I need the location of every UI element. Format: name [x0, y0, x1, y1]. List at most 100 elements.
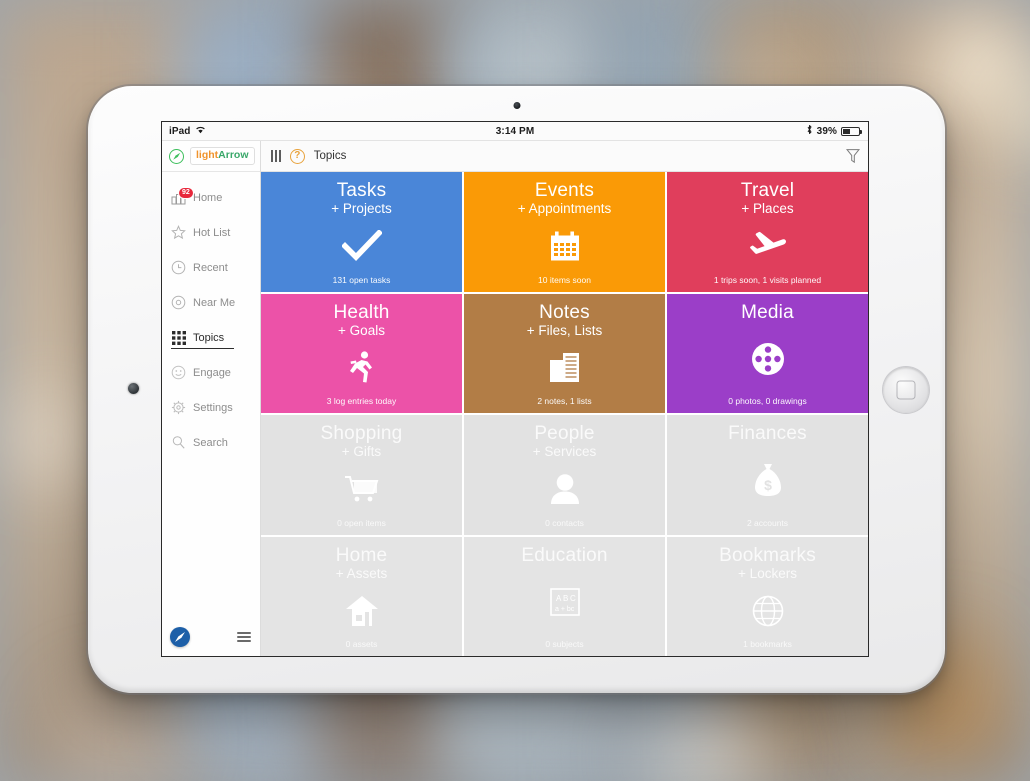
sidebar-item-recent[interactable]: Recent [162, 250, 260, 285]
tile-events[interactable]: Events + Appointments 10 items soon [464, 172, 665, 292]
toolbar: ? Topics [261, 141, 868, 172]
home-button[interactable] [883, 367, 929, 413]
buildings-icon: 92 [171, 187, 194, 205]
tile-footer: 0 assets [345, 639, 378, 649]
tile-subtitle: + Files, Lists [526, 322, 603, 338]
tile-title: Notes [539, 301, 590, 323]
tile-title: Education [521, 544, 608, 566]
house-icon [261, 583, 462, 639]
brand-name: lightArrow [190, 147, 255, 165]
tile-title: Bookmarks [719, 544, 816, 566]
sidebar-item-hot-list[interactable]: Hot List [162, 215, 260, 250]
brand-name-light: light [196, 149, 219, 162]
help-question-icon[interactable]: ? [289, 148, 305, 164]
tile-education[interactable]: Education ABCa + bc 0 subjects [464, 536, 665, 656]
tile-title: Home [335, 544, 388, 566]
tile-health[interactable]: Health + Goals 3 log entries today [261, 293, 462, 413]
tile-finances[interactable]: Finances $ 2 accounts [667, 415, 868, 535]
sidebar-item-topics[interactable]: Topics [162, 320, 260, 355]
tile-notes[interactable]: Notes + Files, Lists 2 notes, 1 lists [464, 293, 665, 413]
brand-logo[interactable]: lightArrow [162, 141, 260, 172]
svg-text:$: $ [764, 477, 772, 493]
tile-title: Shopping [320, 423, 403, 444]
tile-subtitle: + Appointments [517, 201, 612, 217]
tile-subtitle: + Lockers [738, 565, 797, 581]
hamburger-menu-icon[interactable] [237, 631, 251, 643]
status-clock: 3:14 PM [495, 125, 535, 137]
battery-icon [841, 126, 862, 136]
bluetooth-icon [806, 124, 813, 138]
runner-icon [261, 340, 462, 396]
sidebar-item-label: Hot List [193, 226, 231, 239]
status-left: iPad [162, 125, 206, 137]
svg-text:a + bc: a + bc [555, 606, 575, 613]
tile-title: Tasks [336, 180, 387, 201]
tile-subtitle: + Assets [335, 565, 388, 581]
person-icon [464, 461, 665, 517]
sidebar-item-label: Topics [193, 331, 225, 344]
status-right: 39% [806, 124, 868, 138]
sidebar: lightArrow 92 Home Hot List Recent Near … [162, 141, 261, 656]
tile-home[interactable]: Home + Assets 0 assets [261, 536, 462, 656]
money-bag-icon: $ [667, 443, 868, 517]
tile-footer: 1 trips soon, 1 visits planned [713, 274, 822, 285]
front-camera [513, 102, 520, 109]
compass-icon[interactable] [170, 627, 190, 647]
sidebar-footer [162, 622, 260, 656]
status-bar: iPad 3:14 PM 39% [162, 122, 868, 141]
sidebar-item-home[interactable]: 92 Home [162, 180, 260, 215]
calendar-icon [464, 218, 665, 274]
sidebar-item-engage[interactable]: Engage [162, 355, 260, 390]
tile-media[interactable]: Media 0 photos, 0 drawings [667, 293, 868, 413]
sidebar-item-near-me[interactable]: Near Me [162, 285, 260, 320]
tile-subtitle: + Gifts [341, 444, 382, 460]
target-icon [171, 295, 186, 310]
tile-footer: 0 contacts [545, 517, 584, 528]
sidebar-item-label: Search [193, 436, 228, 449]
film-reel-icon [667, 322, 868, 396]
app-body: lightArrow 92 Home Hot List Recent Near … [162, 141, 868, 656]
sidebar-nav: 92 Home Hot List Recent Near Me Topics E… [162, 172, 260, 460]
hardware-button-left[interactable] [128, 383, 139, 394]
sidebar-item-settings[interactable]: Settings [162, 390, 260, 425]
tile-travel[interactable]: Travel + Places 1 trips soon, 1 visits p… [667, 172, 868, 292]
tile-title: Finances [728, 423, 807, 444]
abc-blackboard-icon: ABCa + bc [464, 565, 665, 639]
tile-footer: 10 items soon [538, 274, 591, 285]
magnifier-icon [171, 435, 186, 450]
tile-footer: 0 photos, 0 drawings [728, 396, 807, 406]
grid-icon [171, 330, 186, 345]
tile-footer: 2 accounts [746, 517, 789, 528]
topics-tile-grid: Tasks + Projects 131 open tasks Events +… [261, 172, 868, 656]
wifi-icon [195, 125, 206, 137]
tile-tasks[interactable]: Tasks + Projects 131 open tasks [261, 172, 462, 292]
tile-footer: 2 notes, 1 lists [537, 396, 592, 406]
globe-icon [667, 583, 868, 639]
tile-bookmarks[interactable]: Bookmarks + Lockers 1 bookmarks [667, 536, 868, 656]
tile-shopping[interactable]: Shopping + Gifts 0 open items [261, 415, 462, 535]
sidebar-item-search[interactable]: Search [162, 425, 260, 460]
tile-footer: 0 open items [337, 517, 386, 528]
tile-subtitle: + Services [532, 444, 597, 460]
tile-subtitle: + Goals [338, 322, 385, 338]
tile-people[interactable]: People + Services 0 contacts [464, 415, 665, 535]
filter-funnel-icon[interactable] [846, 148, 860, 164]
smiley-icon [171, 365, 186, 380]
svg-text:C: C [570, 594, 576, 603]
shopping-cart-icon [261, 461, 462, 517]
tile-title: People [534, 423, 595, 444]
tile-subtitle: + Projects [331, 201, 392, 217]
carrier-label: iPad [169, 125, 191, 137]
sidebar-item-label: Home [193, 191, 223, 204]
brand-name-arrow: Arrow [218, 149, 249, 162]
tile-title: Health [333, 301, 390, 323]
main-content: ? Topics Tasks + Projects 131 open tasks… [261, 141, 868, 656]
columns-icon[interactable] [271, 150, 281, 162]
tile-title: Events [534, 180, 595, 201]
svg-text:A: A [556, 594, 562, 603]
clock-icon [171, 260, 186, 275]
airplane-icon [667, 218, 868, 274]
svg-text:B: B [563, 594, 568, 603]
tile-footer: 131 open tasks [332, 274, 391, 285]
star-icon [171, 225, 186, 240]
